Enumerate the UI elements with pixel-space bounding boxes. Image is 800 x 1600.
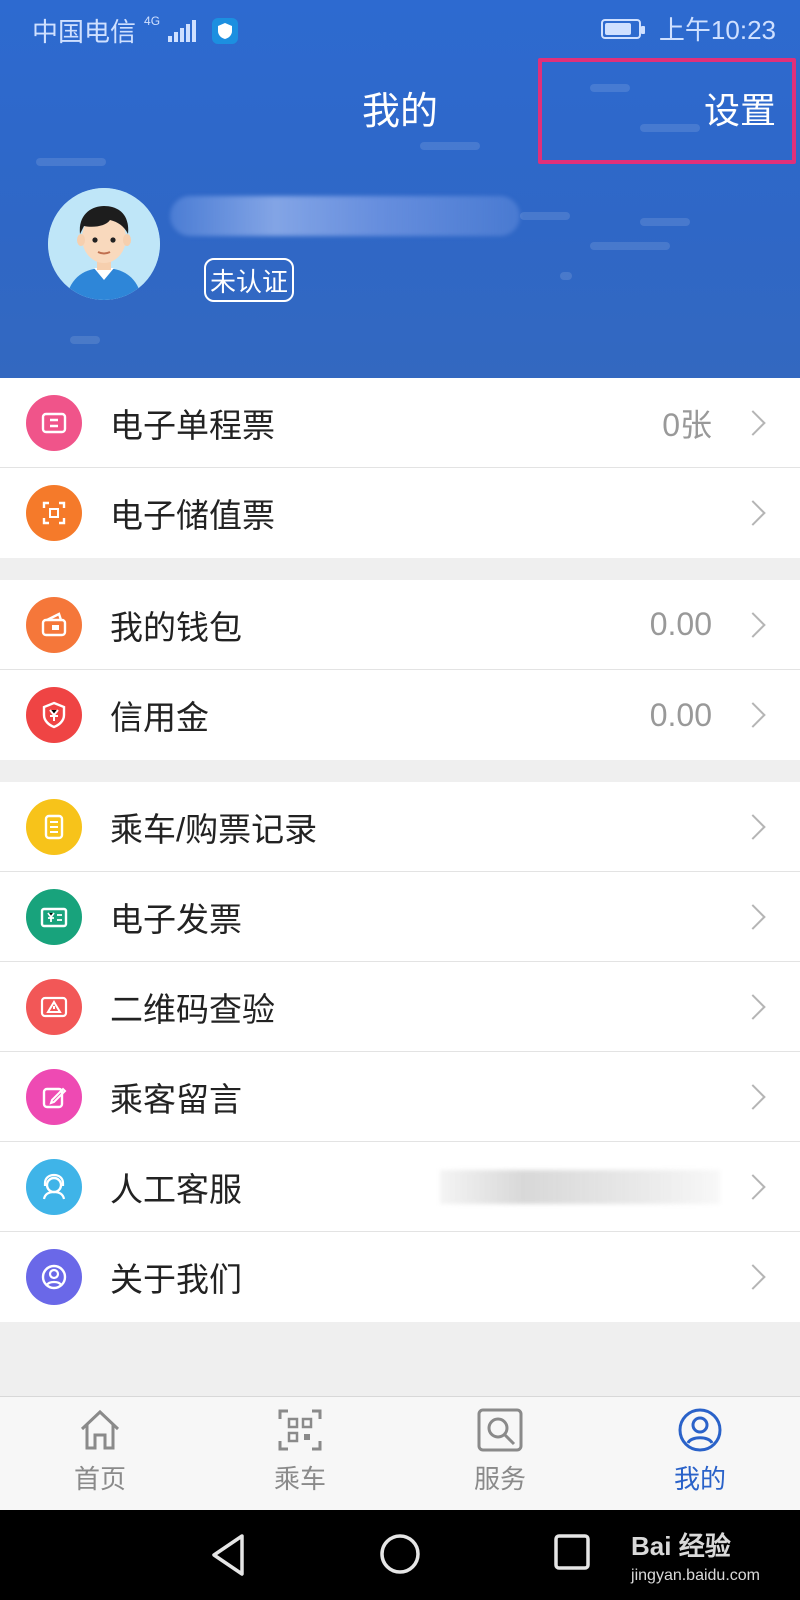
- menu-item-single-ticket[interactable]: 电子单程票 0张: [0, 378, 800, 468]
- home-icon: [80, 1409, 120, 1450]
- recents-icon[interactable]: [552, 1532, 592, 1572]
- baidu-watermark: Bai 经验 jingyan.baidu.com: [631, 1526, 760, 1585]
- qr-scan-icon: [278, 1409, 322, 1451]
- watermark-brand: Bai 经验: [631, 1531, 731, 1561]
- home-circle-icon[interactable]: [378, 1532, 422, 1576]
- chevron-right-icon: [740, 1173, 766, 1200]
- profile-icon: [678, 1408, 722, 1452]
- menu-item-feedback[interactable]: 乘客留言: [0, 1052, 800, 1142]
- menu-item-credit[interactable]: 信用金 0.00: [0, 670, 800, 760]
- warning-icon: [26, 978, 82, 1035]
- tab-service[interactable]: 服务: [430, 1407, 570, 1496]
- watermark-url: jingyan.baidu.com: [631, 1567, 760, 1584]
- yuan-shield-icon: [26, 687, 82, 743]
- clock: 上午10:23: [658, 15, 776, 45]
- records-icon: [26, 798, 82, 855]
- menu-item-customer-service[interactable]: 人工客服: [0, 1142, 800, 1232]
- avatar[interactable]: [48, 188, 160, 300]
- menu-group-tickets: 电子单程票 0张 电子储值票: [0, 378, 800, 558]
- chevron-right-icon: [740, 903, 766, 930]
- carrier-name: 中国电信: [32, 17, 137, 47]
- tab-label: 服务: [473, 1464, 526, 1494]
- menu-label: 我的钱包: [110, 608, 242, 646]
- menu-item-ride-records[interactable]: 乘车/购票记录: [0, 782, 800, 872]
- chevron-right-icon: [740, 702, 766, 728]
- username-blurred: [170, 196, 520, 236]
- tab-ride[interactable]: 乘车: [230, 1407, 370, 1496]
- menu-item-wallet[interactable]: 我的钱包 0.00: [0, 580, 800, 670]
- chevron-right-icon: [740, 1264, 766, 1290]
- menu-label: 乘车/购票记录: [110, 810, 318, 848]
- menu-label: 电子发票: [110, 900, 242, 938]
- menu-item-qr-verify[interactable]: 二维码查验: [0, 962, 800, 1052]
- back-icon[interactable]: [208, 1532, 248, 1578]
- status-bar: 中国电信 4G 上午10:23: [0, 0, 800, 56]
- menu-group-wallet: 我的钱包 0.00 信用金 0.00: [0, 580, 800, 760]
- chevron-right-icon: [740, 500, 766, 526]
- search-icon: [477, 1408, 523, 1452]
- menu-label: 关于我们: [110, 1261, 242, 1298]
- chevron-right-icon: [740, 1083, 766, 1110]
- chevron-right-icon: [740, 813, 766, 840]
- tab-home[interactable]: 首页: [30, 1407, 170, 1496]
- battery-icon: [600, 18, 645, 39]
- tab-mine[interactable]: 我的: [630, 1407, 770, 1496]
- verify-status-badge[interactable]: 未认证: [204, 258, 294, 302]
- menu-item-invoice[interactable]: 电子发票: [0, 872, 800, 962]
- invoice-icon: [26, 888, 82, 945]
- menu-item-about-us[interactable]: 关于我们: [0, 1232, 800, 1322]
- blurred-phone-number: [440, 1169, 720, 1204]
- profile-header: 中国电信 4G 上午10:23 我的 设置 未认证: [0, 0, 800, 378]
- chevron-right-icon: [740, 993, 766, 1020]
- menu-label: 乘客留言: [110, 1080, 242, 1118]
- wallet-icon: [26, 596, 82, 653]
- network-type: 4G: [144, 14, 161, 28]
- menu-item-stored-value-ticket[interactable]: 电子储值票: [0, 468, 800, 558]
- menu-label: 人工客服: [110, 1170, 242, 1208]
- menu-value: 0.00: [649, 696, 712, 733]
- menu-label: 二维码查验: [110, 990, 275, 1028]
- bottom-tab-bar: 首页 乘车 服务 我的: [0, 1396, 800, 1510]
- tab-label: 我的: [673, 1464, 726, 1494]
- chevron-right-icon: [740, 409, 766, 436]
- person-circle-icon: [26, 1249, 82, 1305]
- chevron-right-icon: [740, 611, 766, 638]
- signal-icon: [168, 19, 197, 42]
- edit-icon: [26, 1068, 82, 1125]
- menu-label: 电子储值票: [110, 497, 275, 534]
- ticket-icon: [26, 394, 82, 451]
- tab-label: 首页: [73, 1464, 126, 1494]
- qr-card-icon: [26, 485, 82, 541]
- headset-icon: [26, 1158, 82, 1215]
- shield-icon: [212, 17, 239, 44]
- menu-label: 信用金: [110, 699, 209, 736]
- settings-highlight-box: [538, 58, 796, 164]
- tab-label: 乘车: [273, 1464, 326, 1494]
- menu-group-services: 乘车/购票记录 电子发票 二维码查验 乘客留言 人工客服 关于我们: [0, 782, 800, 1322]
- system-nav-bar: Bai 经验 jingyan.baidu.com: [0, 1510, 800, 1600]
- menu-label: 电子单程票: [110, 406, 275, 444]
- menu-value: 0张: [662, 406, 712, 443]
- menu-value: 0.00: [649, 606, 712, 642]
